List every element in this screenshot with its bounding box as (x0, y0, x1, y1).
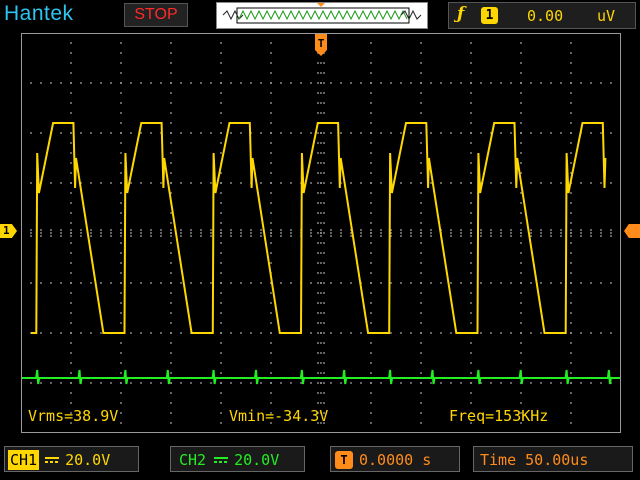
graticule (21, 33, 621, 433)
memory-overview-bar[interactable] (216, 2, 428, 29)
ch2-scale-panel[interactable]: CH2 20.0V (170, 446, 305, 472)
trigger-position-panel[interactable]: T 0.0000 s (330, 446, 460, 472)
dc-coupling-icon (45, 455, 60, 463)
ch1-scale-value: 20.0V (65, 451, 111, 469)
brand-logo: Hantek (4, 2, 74, 25)
dc-coupling-icon (214, 455, 229, 463)
trigger-info-panel[interactable]: ƒ 1 0.00 uV (448, 2, 636, 29)
trigger-position-value: 0.0000 s (359, 451, 432, 469)
ch2-scale-value: 20.0V (234, 451, 280, 469)
trigger-slope-icon: ƒ (457, 4, 465, 24)
timebase-panel[interactable]: Time 50.00us (473, 446, 633, 472)
measurement-vrms: Vrms=38.9V (28, 407, 119, 425)
run-stop-indicator[interactable]: STOP (124, 3, 188, 27)
ch1-scale-panel[interactable]: CH1 20.0V (4, 446, 139, 472)
trigger-position-marker[interactable]: T (313, 34, 329, 58)
trigger-level-unit: uV (597, 7, 616, 25)
memory-overview-icon (222, 3, 422, 24)
ch1-trace (31, 122, 607, 334)
ch1-label: CH1 (8, 450, 40, 470)
trigger-source-badge: 1 (481, 7, 498, 24)
ch2-trace (22, 369, 620, 385)
trigger-level-value: 0.00 (527, 7, 564, 25)
svg-text:T: T (318, 37, 325, 50)
ch1-offset-marker[interactable]: 1 (0, 224, 17, 238)
ch2-label: CH2 (179, 451, 207, 469)
measurement-freq: Freq=153KHz (449, 407, 549, 425)
waveform-display[interactable] (21, 33, 621, 433)
trigger-position-icon: T (335, 451, 353, 469)
trigger-level-marker[interactable] (624, 224, 640, 238)
measurement-vmin: Vmin=-34.3V (229, 407, 329, 425)
